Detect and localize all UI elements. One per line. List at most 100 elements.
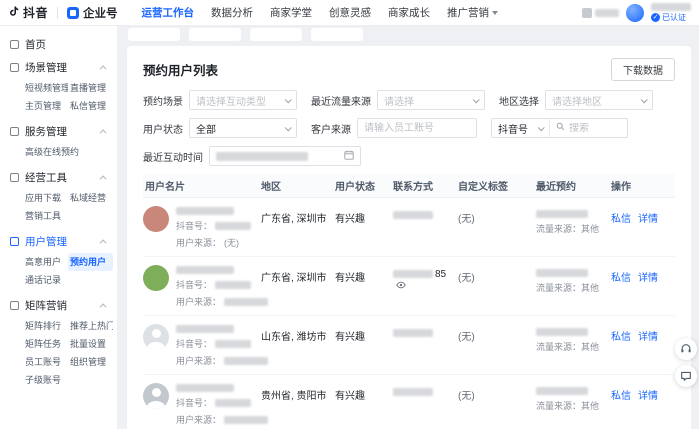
sidebar-group-items: 短视频管理 直播管理 主页管理 私信管理 (0, 79, 117, 118)
verified-badge-icon: ✓ (651, 13, 660, 22)
search-input[interactable] (569, 122, 621, 134)
detail-link[interactable]: 详情 (638, 391, 658, 402)
sidebar-group-label: 用户管理 (25, 236, 67, 248)
message-link[interactable]: 私信 (611, 332, 631, 343)
scene-select[interactable]: 请选择互动类型 (189, 90, 297, 110)
sidebar-item[interactable]: 营销工具 (23, 207, 68, 225)
sidebar-item[interactable]: 高级在线预约 (23, 143, 113, 161)
sidebar-item[interactable]: 子级账号 (23, 371, 68, 389)
traffic-source-text: 流量来源：其他 (536, 224, 600, 234)
redacted-phone (393, 211, 433, 220)
top-nav: 运营工作台 数据分析 商家学堂 创意灵感 商家成长 推广营销 (142, 5, 516, 20)
douyin-logo-icon (8, 4, 20, 22)
table-row: 抖音号： 用户来源： 山东省, 潍坊市 有兴趣 (无) 流量来源：其他 私信 详情 (143, 316, 675, 375)
download-data-button[interactable]: 下载数据 (611, 58, 675, 81)
sidebar-home-label: 首页 (25, 39, 46, 51)
sidebar-item[interactable]: 预约用户 (68, 253, 113, 271)
district-select[interactable]: 请选择地区 (545, 90, 653, 110)
redacted-notice-text (595, 8, 619, 17)
status-cell: 有兴趣 (335, 273, 365, 284)
interaction-time-input[interactable] (209, 146, 361, 166)
enterprise-icon (67, 6, 80, 19)
sidebar-item[interactable]: 组织管理 (68, 353, 113, 371)
sidebar-group-items: 高意用户 预约用户 通话记录 (0, 253, 117, 292)
message-link[interactable]: 私信 (611, 273, 631, 284)
chevron-up-icon (99, 65, 107, 73)
top-nav-item[interactable]: 数据分析 (211, 5, 253, 20)
traffic-source-text: 流量来源：其他 (536, 401, 600, 411)
sidebar-group-header[interactable]: 经营工具 (0, 166, 117, 189)
redacted-user-source (224, 297, 269, 306)
sidebar-item[interactable]: 主页管理 (23, 97, 68, 115)
message-link[interactable]: 私信 (611, 391, 631, 402)
sidebar-group-header[interactable]: 用户管理 (0, 230, 117, 253)
actions-cell: 私信 详情 (611, 265, 675, 284)
floating-widgets (675, 338, 697, 387)
customer-source-label: 客户来源 (311, 124, 351, 136)
scene-select-value: 请选择互动类型 (196, 96, 266, 108)
sidebar-item[interactable]: 短视频管理 (23, 79, 68, 97)
redacted-username (176, 207, 234, 215)
product-title: 企业号 (83, 7, 118, 20)
sidebar-group-items: 应用下载 私域经营 营销工具 (0, 189, 117, 228)
collapsed-tab[interactable] (250, 28, 302, 41)
sidebar-item[interactable]: 推荐上热门 (68, 317, 113, 335)
notice-chip[interactable] (582, 7, 619, 18)
redacted-douyin-id (215, 221, 252, 230)
detail-link[interactable]: 详情 (638, 273, 658, 284)
sidebar-item-home[interactable]: 首页 (0, 33, 117, 56)
tools-icon (10, 173, 19, 182)
top-nav-item[interactable]: 商家学堂 (270, 5, 312, 20)
sidebar-item[interactable]: 应用下载 (23, 189, 68, 207)
contact-cell (393, 324, 458, 339)
customer-source-input[interactable] (357, 118, 477, 138)
sidebar-item[interactable]: 直播管理 (68, 79, 113, 97)
contact-cell (393, 383, 458, 398)
sidebar-item[interactable]: 私域经营 (68, 189, 113, 207)
sidebar-group-header[interactable]: 场景管理 (0, 56, 117, 79)
top-nav-item[interactable]: 运营工作台 (142, 5, 195, 20)
sidebar-group-header[interactable]: 服务管理 (0, 120, 117, 143)
eye-icon[interactable] (396, 280, 406, 290)
traffic-select[interactable]: 请选择 (377, 90, 485, 110)
service-icon (10, 127, 19, 136)
verified-status: ✓ 已认证 (651, 13, 691, 22)
detail-link[interactable]: 详情 (638, 214, 658, 225)
sidebar-group-label: 经营工具 (25, 172, 67, 184)
collapsed-tab[interactable] (128, 28, 180, 41)
verified-label: 已认证 (662, 13, 686, 22)
top-nav-item[interactable]: 创意灵感 (329, 5, 371, 20)
sidebar-group-label: 服务管理 (25, 126, 67, 138)
sidebar-group-label: 矩阵营销 (25, 300, 67, 312)
message-link[interactable]: 私信 (611, 214, 631, 225)
sidebar-item[interactable]: 矩阵任务 (23, 335, 68, 353)
sidebar-item[interactable]: 高意用户 (23, 253, 68, 271)
table-body: 抖音号： 用户来源： (无) 广东省, 深圳市 有兴趣 (无) 流量来源：其他 私信 详情 抖音号… (143, 198, 675, 429)
sidebar-item[interactable]: 矩阵排行 (23, 317, 68, 335)
status-select[interactable]: 全部 (189, 118, 297, 138)
collapsed-tab[interactable] (311, 28, 363, 41)
traffic-select-value: 请选择 (384, 96, 414, 108)
user-avatar[interactable] (626, 3, 644, 22)
sidebar-item[interactable]: 员工账号 (23, 353, 68, 371)
customer-service-button[interactable] (675, 338, 697, 360)
douyin-id-select[interactable]: 抖音号 (492, 119, 550, 137)
douyin-search-group: 抖音号 (491, 118, 628, 138)
douyin-id-label: 抖音号： (176, 280, 213, 290)
top-nav-item[interactable]: 商家成长 (388, 5, 430, 20)
top-nav-item[interactable]: 推广营销 (447, 5, 499, 20)
detail-link[interactable]: 详情 (638, 332, 658, 343)
redacted-douyin-id (215, 280, 252, 289)
feedback-button[interactable] (675, 365, 697, 387)
sidebar-group-header[interactable]: 矩阵营销 (0, 294, 117, 317)
sidebar-item[interactable]: 批量设置 (68, 335, 113, 353)
sidebar: 首页 场景管理 短视频管理 直播管理 主页管理 私信管理 服务管理 高级在线预约 经营工具 应用下… (0, 26, 118, 429)
search-icon (556, 122, 565, 134)
district-select-value: 请选择地区 (552, 96, 602, 108)
sidebar-item[interactable]: 通话记录 (23, 271, 68, 289)
redacted-booking-time (536, 328, 588, 336)
table-row: 抖音号： 用户来源： 贵州省, 贵阳市 有兴趣 (无) 流量来源：其他 私信 详情 (143, 375, 675, 429)
collapsed-tab[interactable] (189, 28, 241, 41)
douyin-id-label: 抖音号： (176, 221, 213, 231)
sidebar-item[interactable]: 私信管理 (68, 97, 113, 115)
